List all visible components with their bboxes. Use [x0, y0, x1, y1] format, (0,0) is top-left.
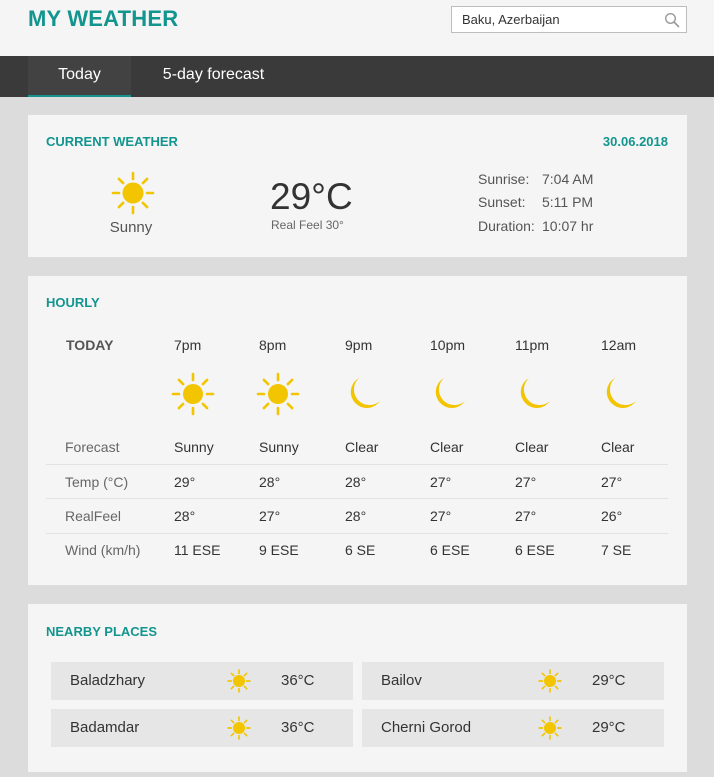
nearby-place[interactable]: Badamdar 36°C: [51, 709, 353, 747]
hourly-temp: 27°: [430, 474, 452, 490]
moon-icon: [606, 378, 636, 408]
sunrise-value: 7:04 AM: [542, 171, 594, 187]
sun-icon: [171, 372, 215, 416]
place-name: Bailov: [381, 672, 422, 689]
place-name: Badamdar: [70, 719, 140, 736]
tab-today[interactable]: Today: [28, 56, 131, 97]
sun-icon: [227, 716, 251, 740]
moon-icon: [350, 378, 380, 408]
place-temp: 29°C: [592, 719, 626, 736]
hourly-realfeel: 28°: [345, 508, 367, 524]
sun-icon: [538, 716, 562, 740]
hourly-card: HOURLY TODAY Forecast Temp (°C) RealFeel…: [28, 276, 687, 585]
hourly-time: 7pm: [174, 337, 202, 353]
search-input[interactable]: [462, 10, 662, 29]
hourly-realfeel: 27°: [259, 508, 281, 524]
place-temp: 36°C: [281, 672, 315, 689]
nearby-place[interactable]: Baladzhary 36°C: [51, 662, 353, 700]
moon-icon: [435, 378, 465, 408]
search-box[interactable]: [451, 6, 687, 33]
hourly-realfeel: 27°: [430, 508, 452, 524]
nearby-place[interactable]: Cherni Gorod 29°C: [362, 709, 664, 747]
section-title: CURRENT WEATHER: [46, 134, 178, 149]
hourly-wind: 6 ESE: [515, 542, 555, 558]
hourly-realfeel: 27°: [515, 508, 537, 524]
real-feel: Real Feel 30°: [271, 218, 344, 232]
place-temp: 29°C: [592, 672, 626, 689]
hourly-time: 9pm: [345, 337, 373, 353]
sunset-value: 5:11 PM: [542, 194, 594, 210]
sun-icon: [111, 171, 155, 215]
hourly-temp: 28°: [345, 474, 367, 490]
nearby-place[interactable]: Bailov 29°C: [362, 662, 664, 700]
hourly-temp: 27°: [601, 474, 623, 490]
tab-5-day-forecast[interactable]: 5-day forecast: [131, 56, 296, 97]
hourly-time: 8pm: [259, 337, 287, 353]
hourly-forecast: Sunny: [174, 439, 214, 455]
hourly-forecast: Clear: [601, 439, 635, 455]
wind-label: Wind (km/h): [65, 542, 141, 558]
main-nav: Today 5-day forecast: [0, 56, 714, 97]
hourly-temp: 27°: [515, 474, 537, 490]
row-divider: [46, 533, 668, 534]
top-bar: MY WEATHER: [0, 0, 714, 56]
moon-icon: [520, 378, 550, 408]
search-icon[interactable]: [664, 12, 680, 28]
section-title: HOURLY: [46, 295, 100, 310]
hourly-temp: 29°: [174, 474, 196, 490]
hourly-wind: 9 ESE: [259, 542, 299, 558]
sun-icon: [227, 669, 251, 693]
place-name: Cherni Gorod: [381, 719, 472, 736]
hourly-wind: 7 SE: [601, 542, 632, 558]
row-divider: [46, 498, 668, 499]
place-temp: 36°C: [281, 719, 315, 736]
hourly-realfeel: 28°: [174, 508, 196, 524]
hourly-forecast: Clear: [430, 439, 464, 455]
current-date: 30.06.2018: [602, 134, 668, 149]
forecast-label: Forecast: [65, 439, 120, 455]
hourly-forecast: Sunny: [259, 439, 299, 455]
current-condition: Sunny: [109, 219, 153, 236]
duration-label: Duration:: [478, 218, 535, 234]
row-divider: [46, 464, 668, 465]
hourly-temp: 28°: [259, 474, 281, 490]
today-label: TODAY: [66, 337, 114, 353]
hourly-wind: 6 ESE: [430, 542, 470, 558]
hourly-wind: 11 ESE: [174, 542, 221, 558]
sun-icon: [538, 669, 562, 693]
app-logo[interactable]: MY WEATHER: [28, 6, 178, 32]
hourly-wind: 6 SE: [345, 542, 376, 558]
hourly-time: 10pm: [430, 337, 466, 353]
current-weather-card: CURRENT WEATHER 30.06.2018 Sunny 29°C Re…: [28, 115, 687, 257]
section-title: NEARBY PLACES: [46, 624, 158, 639]
hourly-forecast: Clear: [345, 439, 379, 455]
hourly-forecast: Clear: [515, 439, 549, 455]
place-name: Baladzhary: [70, 672, 146, 689]
sun-icon: [256, 372, 300, 416]
duration-value: 10:07 hr: [542, 218, 594, 234]
hourly-realfeel: 26°: [601, 508, 623, 524]
sunrise-label: Sunrise:: [478, 171, 530, 187]
sunset-label: Sunset:: [478, 194, 526, 210]
current-temperature: 29°C: [270, 176, 353, 217]
hourly-time: 12am: [601, 337, 637, 353]
hourly-time: 11pm: [515, 337, 549, 353]
nearby-places-card: NEARBY PLACES Baladzhary 36°C Bailov 29°…: [28, 604, 687, 772]
temp-label: Temp (°C): [65, 474, 129, 490]
realfeel-label: RealFeel: [65, 508, 122, 524]
